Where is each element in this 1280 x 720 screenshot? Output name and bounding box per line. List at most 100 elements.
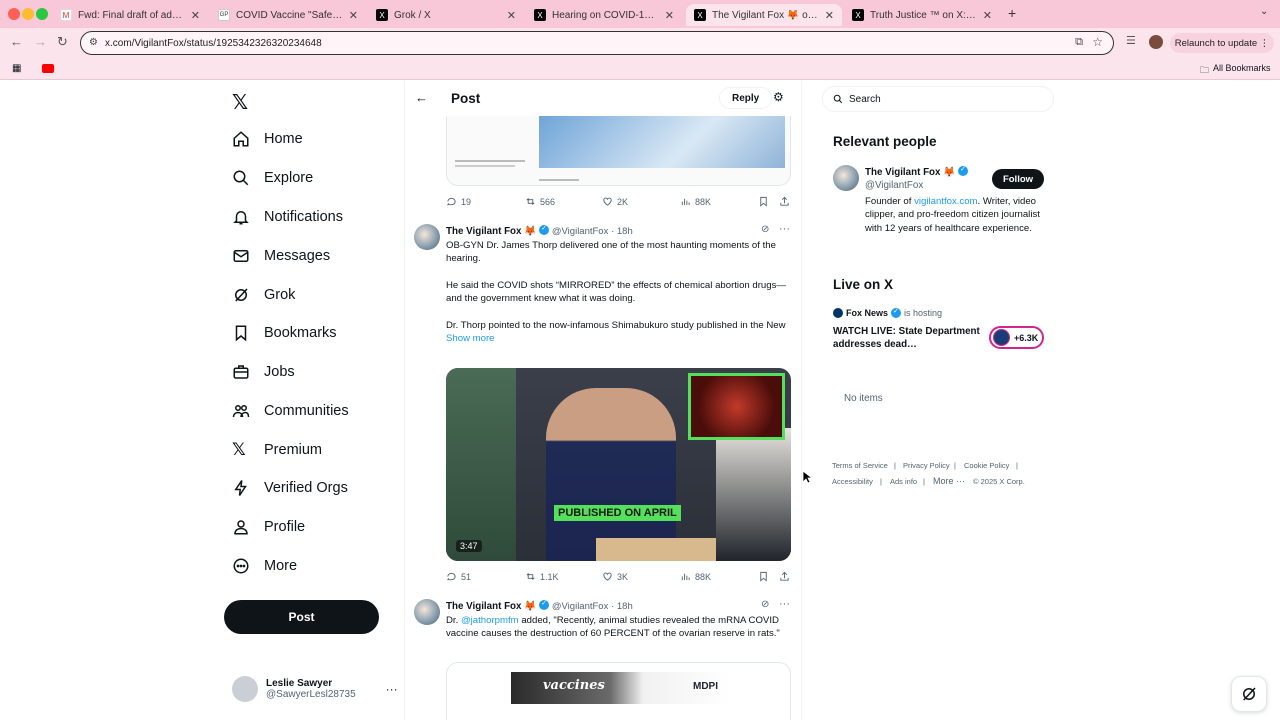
relaunch-button[interactable]: Relaunch to update ⋮ [1170, 33, 1274, 53]
more-dots-icon[interactable]: ··· [386, 682, 398, 696]
verified-badge-icon [958, 165, 969, 176]
address-bar[interactable]: ⚙ x.com/VigilantFox/status/1925342326320… [80, 31, 1114, 55]
privacy-link[interactable]: Privacy Policy [903, 461, 950, 470]
footer-divider: | [923, 477, 925, 486]
close-tab-icon[interactable]: ✕ [349, 9, 358, 22]
share-action[interactable] [779, 571, 790, 582]
bar-chart-icon [681, 198, 690, 206]
bookmark-star-icon[interactable]: ☆ [1092, 35, 1103, 49]
repost-action[interactable]: 566 [525, 196, 555, 207]
more-dots-icon[interactable]: ··· [779, 598, 790, 610]
views-action[interactable]: 88K [680, 196, 711, 207]
close-tab-icon[interactable]: ✕ [983, 9, 992, 22]
bookmark-action[interactable] [758, 196, 769, 207]
reply-action[interactable]: 51 [446, 571, 471, 582]
terms-link[interactable]: Terms of Service [832, 461, 888, 470]
browser-tab[interactable]: X Truth Justice ™ on X: "@Pete ✕ [844, 4, 1000, 26]
grok-icon[interactable]: ⊘ [761, 224, 769, 235]
more-dots-icon[interactable]: ··· [779, 223, 790, 235]
reply-button[interactable]: Reply [719, 87, 773, 109]
tweet[interactable]: The Vigilant Fox 🦊 @VigilantFox · 18h ⊘ … [405, 216, 801, 586]
search-input[interactable]: Search [822, 86, 1054, 112]
browser-tab[interactable]: M Fwd: Final draft of advertisem ✕ [52, 4, 208, 26]
tweet-time[interactable]: · 18h [611, 226, 633, 237]
browser-tab[interactable]: X Hearing on COVID-19 Vaccin ✕ [526, 4, 682, 26]
tweet-image[interactable]: vaccines MDPI [446, 662, 791, 720]
grok-icon[interactable]: ⊘ [761, 599, 769, 610]
nav-grok[interactable]: Grok [232, 283, 295, 307]
nav-bookmarks[interactable]: Bookmarks [232, 321, 337, 345]
browser-tab-active[interactable]: X The Vigilant Fox 🦊 on X: "Se ✕ [686, 4, 842, 26]
author-name[interactable]: The Vigilant Fox 🦊 [446, 226, 536, 237]
avatar[interactable] [414, 599, 440, 625]
close-tab-icon[interactable]: ✕ [191, 9, 200, 22]
nav-communities[interactable]: Communities [232, 399, 349, 423]
nav-explore[interactable]: Explore [232, 166, 313, 190]
mention-link[interactable]: @jathorpmfm [461, 615, 519, 626]
reply-action[interactable]: 19 [446, 196, 471, 207]
show-more-link[interactable]: Show more [446, 332, 790, 345]
author-name[interactable]: The Vigilant Fox 🦊 [446, 601, 536, 612]
nav-more[interactable]: More [232, 554, 297, 578]
install-icon[interactable]: ⧉ [1075, 36, 1083, 49]
nav-verified-orgs[interactable]: Verified Orgs [232, 476, 348, 500]
tweet-image-partial[interactable] [446, 116, 791, 186]
author-handle[interactable]: @VigilantFox [552, 226, 608, 237]
bookmark-action[interactable] [758, 571, 769, 582]
share-action[interactable] [779, 196, 790, 207]
account-switcher[interactable]: Leslie Sawyer @SawyerLesl28735 ··· [232, 676, 398, 702]
accessibility-link[interactable]: Accessibility [832, 477, 873, 486]
back-arrow-icon[interactable]: ← [415, 90, 428, 105]
site-info-icon[interactable]: ⚙ [89, 37, 98, 48]
back-icon[interactable]: ← [10, 34, 23, 49]
x-logo[interactable]: 𝕏 [232, 90, 248, 115]
grok-icon [235, 288, 248, 302]
browser-tab[interactable]: X Grok / X ✕ [368, 4, 524, 26]
avatar[interactable] [833, 165, 859, 191]
repost-action[interactable]: 1.1K [525, 571, 559, 582]
nav-home[interactable]: Home [232, 127, 303, 151]
nav-premium[interactable]: 𝕏 Premium [232, 438, 322, 462]
person-name[interactable]: The Vigilant Fox 🦊 [865, 165, 969, 178]
forward-icon[interactable]: → [34, 34, 47, 49]
profile-avatar-icon[interactable] [1149, 35, 1163, 49]
like-action[interactable]: 3K [602, 571, 628, 582]
tweet[interactable]: The Vigilant Fox 🦊 @VigilantFox · 18h ⊘ … [405, 592, 801, 720]
new-tab-icon[interactable]: + [1008, 5, 1016, 21]
person-handle[interactable]: @VigilantFox [865, 180, 923, 191]
zoom-window-button[interactable] [36, 8, 48, 20]
nav-messages[interactable]: Messages [232, 244, 330, 268]
tweet-time[interactable]: · 18h [611, 601, 633, 612]
views-action[interactable]: 88K [680, 571, 711, 582]
reload-icon[interactable]: ↻ [57, 34, 68, 50]
tweet-video[interactable]: PUBLISHED ON APRIL 3:47 [446, 368, 791, 561]
post-button[interactable]: Post [224, 600, 379, 634]
youtube-icon[interactable] [42, 64, 54, 73]
close-tab-icon[interactable]: ✕ [507, 9, 516, 22]
author-handle[interactable]: @VigilantFox [552, 601, 608, 612]
tab-search-icon[interactable]: ⌄ [1260, 6, 1268, 17]
nav-notifications[interactable]: Notifications [232, 205, 343, 229]
grok-floating-button[interactable] [1231, 676, 1267, 712]
minimize-window-button[interactable] [22, 8, 34, 20]
bio-link[interactable]: vigilantfox.com [914, 196, 977, 207]
browser-tab[interactable]: GP COVID Vaccine "Safe and Effe ✕ [210, 4, 366, 26]
like-action[interactable]: 2K [602, 196, 628, 207]
nav-profile[interactable]: Profile [232, 515, 305, 539]
close-tab-icon[interactable]: ✕ [825, 9, 834, 22]
avatar[interactable] [414, 224, 440, 250]
extensions-icon[interactable]: ☰ [1126, 34, 1136, 47]
live-on-x-title: Live on X [833, 277, 894, 292]
nav-jobs[interactable]: Jobs [232, 360, 295, 384]
all-bookmarks-button[interactable]: 🗀 All Bookmarks [1200, 63, 1271, 79]
ads-info-link[interactable]: Ads info [890, 477, 917, 486]
close-window-button[interactable] [8, 8, 20, 20]
sliders-icon[interactable]: ⚙ [773, 90, 784, 104]
follow-button[interactable]: Follow [992, 169, 1044, 189]
live-item[interactable]: Fox News is hosting WATCH LIVE: State De… [833, 307, 1048, 357]
cookie-link[interactable]: Cookie Policy [964, 461, 1009, 470]
journal-title: vaccines [543, 678, 605, 693]
more-link[interactable]: More ··· [933, 476, 965, 486]
apps-grid-icon[interactable]: ▦ [12, 63, 21, 74]
close-tab-icon[interactable]: ✕ [665, 9, 674, 22]
